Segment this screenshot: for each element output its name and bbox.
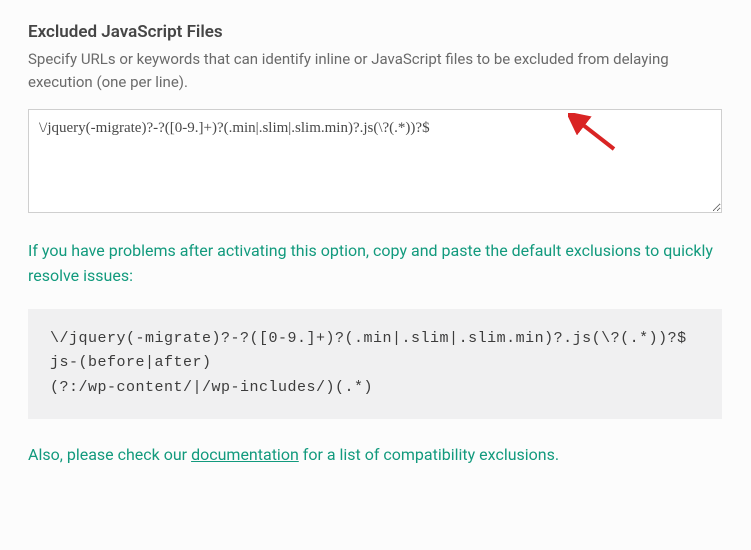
default-exclusions-code: \/jquery(-migrate)?-?([0-9.]+)?(.min|.sl…: [28, 309, 722, 419]
section-title: Excluded JavaScript Files: [28, 22, 723, 42]
hint-text: If you have problems after activating th…: [28, 239, 723, 289]
doc-suffix: for a list of compatibility exclusions.: [299, 445, 559, 464]
documentation-line: Also, please check our documentation for…: [28, 445, 723, 464]
doc-prefix: Also, please check our: [28, 445, 191, 464]
section-description: Specify URLs or keywords that can identi…: [28, 48, 723, 93]
textarea-wrap: [28, 109, 723, 217]
exclusion-textarea[interactable]: [28, 109, 722, 213]
documentation-link[interactable]: documentation: [191, 445, 299, 464]
